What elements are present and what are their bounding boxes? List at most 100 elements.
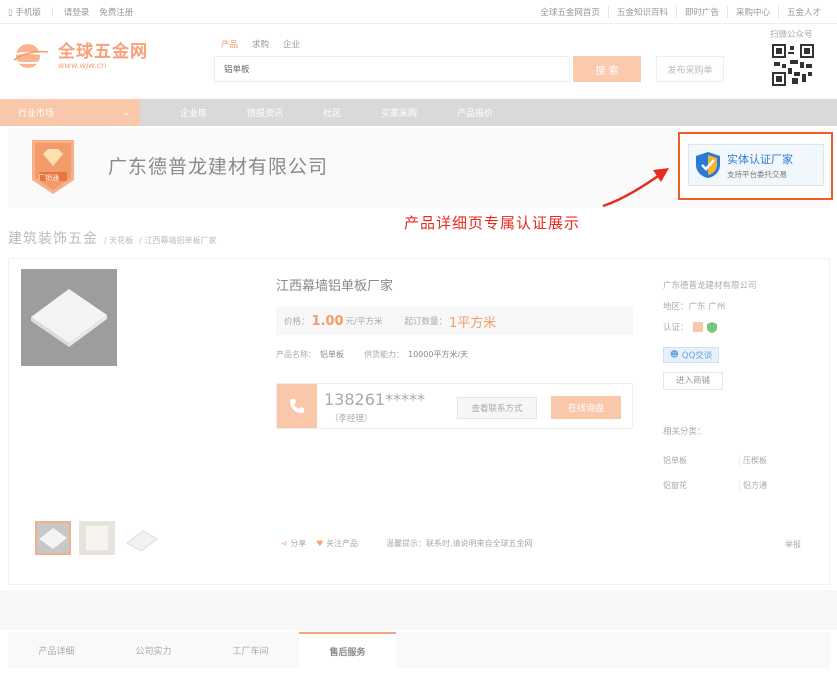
logo-url: www.wjw.cn bbox=[58, 60, 107, 70]
verified-shield-icon bbox=[706, 321, 717, 333]
qr-label: 扫微公众号 bbox=[770, 30, 813, 40]
search-tab-buy[interactable]: 求购 bbox=[252, 38, 269, 50]
certified-factory-badge[interactable]: 实体认证厂家 支持平台委托交易 bbox=[688, 144, 824, 186]
related-link[interactable]: 压楔板 bbox=[739, 455, 815, 466]
thumbnail[interactable] bbox=[123, 521, 159, 555]
contact-name: （李经理） bbox=[330, 414, 373, 424]
nav-item-company-db[interactable]: 企业库 bbox=[180, 106, 207, 119]
tab-after-sales[interactable]: 售后服务 bbox=[299, 632, 396, 668]
top-link-wiki[interactable]: 五金知识百科 bbox=[607, 5, 676, 18]
product-actions: ⋖ 分享 ♥ 关注产品 温馨提示：联系时,请说明来自全球五金网 bbox=[281, 538, 533, 549]
company-name[interactable]: 广东德普龙建材有限公司 bbox=[108, 152, 328, 179]
spec-name-value: 铝单板 bbox=[320, 350, 344, 359]
phone-number: 138261***** bbox=[324, 390, 426, 409]
report-link[interactable]: 举报 bbox=[785, 539, 801, 550]
product-main-image[interactable] bbox=[21, 269, 117, 366]
share-label: 分享 bbox=[290, 539, 307, 548]
aluminum-panel-image bbox=[31, 289, 107, 347]
mobile-label: 手机版 bbox=[15, 7, 41, 18]
enter-shop-button[interactable]: 进入商铺 bbox=[663, 372, 724, 390]
annotation-arrow-icon bbox=[602, 168, 669, 208]
mobile-link[interactable]: ▯ 手机版 bbox=[8, 6, 41, 18]
nav-item-news[interactable]: 情报资讯 bbox=[247, 106, 283, 119]
badge-label: 厂销通 bbox=[38, 174, 59, 182]
product-specs: 产品名称： 铝单板 供货能力： 10000平方米/天 bbox=[276, 349, 468, 360]
related-label: 相关分类： bbox=[663, 427, 706, 437]
qr-code-icon bbox=[772, 44, 814, 86]
spec-supply-label: 供货能力： bbox=[364, 350, 404, 359]
heart-icon: ♥ bbox=[316, 539, 324, 548]
related-link[interactable]: 铝方通 bbox=[739, 480, 815, 491]
site-logo[interactable]: 全球五金网 www.wjw.cn bbox=[8, 42, 148, 70]
qq-chat-button[interactable]: ☻ QQ交谈 bbox=[663, 347, 720, 363]
related-link[interactable]: 铝窗花 bbox=[663, 480, 739, 491]
cert-label: 认证： bbox=[663, 323, 689, 333]
tab-product-detail[interactable]: 产品详细 bbox=[8, 632, 105, 668]
section-divider bbox=[0, 590, 837, 630]
category-menu-label: 行业市场 bbox=[18, 109, 55, 119]
annotation-text: 产品详细页专属认证展示 bbox=[404, 214, 581, 232]
main-nav: 行业市场 ⌄ 企业库 情报资讯 社区 买家采购 产品报价 bbox=[0, 99, 837, 126]
seller-cert-row: 认证： bbox=[663, 321, 823, 333]
header: 全球五金网 www.wjw.cn 产品 求购 企业 铝单板 搜 索 发布采购单 … bbox=[0, 24, 837, 99]
tab-company-strength[interactable]: 公司实力 bbox=[105, 632, 202, 668]
cert-title: 实体认证厂家 bbox=[727, 152, 793, 166]
nav-item-community[interactable]: 社区 bbox=[323, 106, 341, 119]
view-contact-button[interactable]: 查看联系方式 bbox=[457, 397, 537, 419]
related-link[interactable]: 铝单板 bbox=[663, 455, 739, 466]
seller-company[interactable]: 广东德普龙建材有限公司 bbox=[663, 279, 823, 291]
qq-icon: ☻ bbox=[670, 350, 679, 360]
share-button[interactable]: ⋖ 分享 bbox=[281, 538, 306, 549]
top-link-home[interactable]: 全球五金网首页 bbox=[532, 6, 608, 18]
shield-check-icon bbox=[696, 152, 720, 178]
globe-logo-icon bbox=[8, 44, 50, 68]
breadcrumb-item[interactable]: / 天花板 bbox=[104, 235, 133, 246]
top-bar: ▯ 手机版 | 请登录 免费注册 全球五金网首页 五金知识百科 即时广告 采购中… bbox=[0, 0, 837, 24]
register-link[interactable]: 免费注册 bbox=[99, 6, 133, 18]
divider: | bbox=[50, 6, 54, 17]
company-banner: 厂销通 广东德普龙建材有限公司 实体认证厂家 支持平台委托交易 bbox=[8, 128, 833, 208]
thumbnail-image bbox=[126, 530, 158, 552]
breadcrumb: 建筑装饰五金 / 天花板 / 江西幕墙铝单板厂家 bbox=[8, 228, 217, 248]
contact-box: 138261***** （李经理） 查看联系方式 在线询盘 bbox=[276, 383, 633, 429]
certification-highlight: 实体认证厂家 支持平台委托交易 bbox=[678, 132, 833, 200]
search-input[interactable]: 铝单板 bbox=[214, 56, 570, 82]
thumbnail[interactable] bbox=[79, 521, 115, 555]
thumbnail-image bbox=[84, 524, 110, 552]
nav-item-quotes[interactable]: 产品报价 bbox=[457, 106, 493, 119]
logo-text: 全球五金网 bbox=[58, 41, 148, 62]
tab-factory-workshop[interactable]: 工厂车间 bbox=[202, 632, 299, 668]
image-thumbnails bbox=[35, 521, 159, 555]
category-menu[interactable]: 行业市场 ⌄ bbox=[0, 99, 140, 126]
search-tabs: 产品 求购 企业 bbox=[221, 38, 300, 50]
follow-label: 关注产品 bbox=[325, 539, 358, 548]
breadcrumb-category[interactable]: 建筑装饰五金 bbox=[8, 228, 98, 248]
moq-value: 1平方米 bbox=[448, 315, 497, 331]
cert-subtitle: 支持平台委托交易 bbox=[727, 169, 787, 179]
price-unit: 元/平方米 bbox=[345, 317, 383, 327]
top-link-purchase[interactable]: 采购中心 bbox=[726, 5, 778, 18]
nav-item-buyers[interactable]: 买家采购 bbox=[381, 106, 417, 119]
login-link[interactable]: 请登录 bbox=[64, 6, 90, 18]
search-tab-company[interactable]: 企业 bbox=[283, 38, 300, 50]
share-icon: ⋖ bbox=[281, 539, 288, 548]
top-link-ads[interactable]: 即时广告 bbox=[675, 5, 727, 18]
online-inquiry-button[interactable]: 在线询盘 bbox=[551, 396, 621, 419]
thumbnail[interactable] bbox=[35, 521, 71, 555]
seller-region: 地区：广东 广州 bbox=[663, 302, 726, 312]
thumbnail-image bbox=[39, 528, 67, 549]
moq-label: 起订数量： bbox=[404, 317, 447, 327]
post-purchase-button[interactable]: 发布采购单 bbox=[656, 56, 724, 82]
spec-supply-value: 10000平方米/天 bbox=[408, 350, 469, 359]
search-button[interactable]: 搜 索 bbox=[573, 56, 641, 82]
search-tab-product[interactable]: 产品 bbox=[221, 38, 238, 50]
top-link-jobs[interactable]: 五金人才 bbox=[777, 5, 829, 18]
follow-button[interactable]: ♥ 关注产品 bbox=[316, 538, 358, 549]
spec-name-label: 产品名称： bbox=[276, 350, 316, 359]
product-panel: 江西幕墙铝单板厂家 价格： 1.00 元/平方米 起订数量： 1平方米 产品名称… bbox=[8, 258, 830, 585]
breadcrumb-item[interactable]: / 江西幕墙铝单板厂家 bbox=[139, 235, 216, 246]
price-value: 1.00 bbox=[311, 313, 344, 329]
qq-label: QQ交谈 bbox=[681, 351, 713, 361]
price-label: 价格： bbox=[284, 317, 310, 327]
factory-cert-icon bbox=[692, 322, 703, 332]
